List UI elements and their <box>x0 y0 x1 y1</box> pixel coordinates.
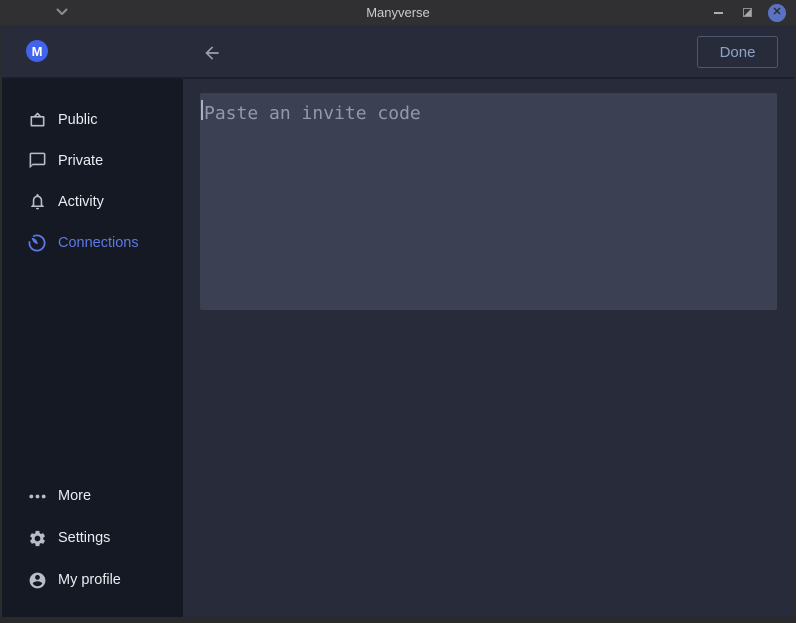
sidebar-item-label: Settings <box>58 530 110 546</box>
sidebar-item-more[interactable]: More <box>0 475 183 517</box>
connections-icon <box>27 233 47 253</box>
sidebar-item-my-profile[interactable]: My profile <box>0 559 183 601</box>
text-cursor <box>201 100 203 120</box>
sidebar-item-label: Private <box>58 153 103 169</box>
restore-button[interactable] <box>739 5 755 21</box>
close-button[interactable]: ✕ <box>768 4 786 22</box>
back-arrow-icon[interactable] <box>201 42 223 64</box>
sidebar-top-nav: Public Private Activity <box>0 99 183 263</box>
bell-icon <box>27 192 47 212</box>
chat-bubble-icon <box>27 151 47 171</box>
sidebar-bottom-nav: More Settings My profile <box>0 475 183 601</box>
sidebar-item-settings[interactable]: Settings <box>0 517 183 559</box>
window-title: Manyverse <box>0 0 796 25</box>
ellipsis-icon <box>27 486 47 506</box>
sidebar-item-label: Activity <box>58 194 104 210</box>
sidebar-item-label: Public <box>58 112 98 128</box>
sidebar-item-label: Connections <box>58 235 139 251</box>
public-board-icon <box>27 110 47 130</box>
sidebar-item-public[interactable]: Public <box>0 99 183 140</box>
sidebar-item-activity[interactable]: Activity <box>0 181 183 222</box>
window-left-edge <box>0 25 2 623</box>
sidebar-item-private[interactable]: Private <box>0 140 183 181</box>
main-content <box>183 79 794 617</box>
gear-icon <box>27 528 47 548</box>
window-controls: ✕ <box>710 0 786 25</box>
sidebar: Public Private Activity <box>0 79 183 617</box>
app-top-bar: M Done <box>0 25 796 79</box>
sidebar-item-label: My profile <box>58 572 121 588</box>
minimize-button[interactable] <box>710 5 726 21</box>
manyverse-window: Manyverse ✕ M Done Public <box>0 0 796 623</box>
minimize-icon <box>714 12 723 14</box>
done-button[interactable]: Done <box>697 36 778 68</box>
sidebar-item-connections[interactable]: Connections <box>0 222 183 263</box>
manyverse-logo[interactable]: M <box>26 40 48 62</box>
close-icon: ✕ <box>772 7 781 18</box>
restore-icon <box>743 8 752 17</box>
invite-code-input[interactable] <box>200 93 777 310</box>
window-bottom-edge <box>0 617 796 623</box>
person-circle-icon <box>27 570 47 590</box>
sidebar-item-label: More <box>58 488 91 504</box>
titlebar[interactable]: Manyverse ✕ <box>0 0 796 25</box>
